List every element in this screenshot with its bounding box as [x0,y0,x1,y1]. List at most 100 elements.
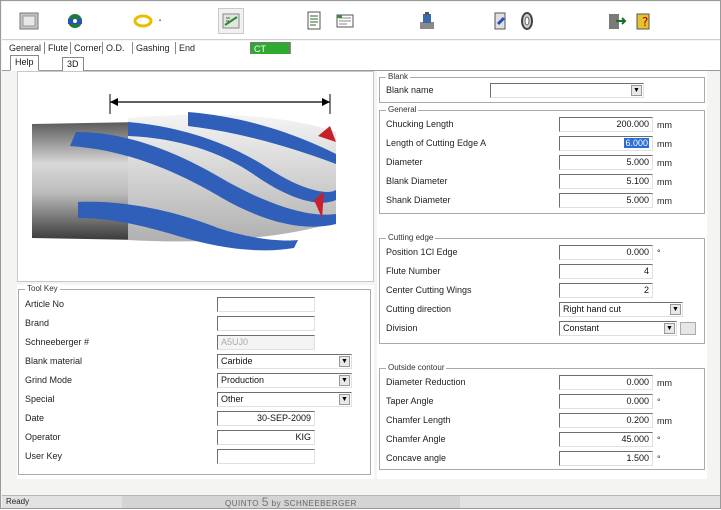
diameter-input[interactable]: 5.000 [559,155,653,170]
chamfer-length-input[interactable]: 0.200 [559,413,653,428]
special-value: Other [221,394,244,404]
unit-label: mm [657,158,672,168]
chamfer-length-row: Chamfer Length 0.200 mm [380,412,704,430]
general-title: General [386,105,419,115]
flute-number-label: Flute Number [386,266,441,276]
user-key-row: User Key [19,448,370,466]
outside-contour-group: Outside contour Diameter Reduction 0.000… [379,363,705,470]
blank-diameter-row: Blank Diameter 5.100 mm [380,173,704,191]
help-icon[interactable]: ? [632,8,658,34]
tool-key-pane: Tool Key Article No Brand Schneeberger #… [17,284,374,479]
unit-label: mm [657,177,672,187]
chamfer-angle-input[interactable]: 45.000 [559,432,653,447]
tab-gashing[interactable]: Gashing [132,42,173,54]
blank-diameter-input[interactable]: 5.100 [559,174,653,189]
measure-icon[interactable] [218,8,244,34]
center-cutting-wings-row: Center Cutting Wings 2 [380,282,704,300]
unit-label: ° [657,435,661,445]
cutting-direction-select[interactable]: Right hand cut ▼ [559,302,683,317]
exit-icon[interactable] [604,8,630,34]
cutting-edge-length-label: Length of Cutting Edge A [386,138,487,148]
special-row: Special Other ▼ [19,391,370,409]
date-input[interactable]: 30-SEP-2009 [217,411,315,426]
grinder-icon[interactable] [414,8,440,34]
chamfer-length-label: Chamfer Length [386,415,451,425]
center-cutting-wings-label: Center Cutting Wings [386,285,472,295]
diameter-reduction-input[interactable]: 0.000 [559,375,653,390]
brand-input[interactable] [217,316,315,331]
division-value: Constant [563,323,600,333]
blank-name-label: Blank name [386,85,434,95]
taper-angle-row: Taper Angle 0.000 ° [380,393,704,411]
tab-general[interactable]: General [6,42,44,54]
chevron-down-icon[interactable]: ▼ [631,85,642,96]
diameter-label: Diameter [386,157,423,167]
article-no-input[interactable] [217,297,315,312]
unit-label: mm [657,196,672,206]
brand-row: Brand [19,315,370,333]
special-select[interactable]: Other ▼ [217,392,352,407]
flute-number-row: Flute Number 4 [380,263,704,281]
division-select[interactable]: Constant ▼ [559,321,677,336]
tab-ct[interactable]: CT [250,42,290,54]
taper-angle-input[interactable]: 0.000 [559,394,653,409]
cutting-edge-length-row: Length of Cutting Edge A 6.000 mm [380,135,704,153]
cutting-edge-group: Cutting edge Position 1Cl Edge 0.000 ° F… [379,233,705,344]
blank-name-select[interactable]: ▼ [490,83,644,98]
grind-mode-value: Production [221,375,265,385]
grind-mode-label: Grind Mode [25,375,73,385]
tab-corner[interactable]: Corner [70,42,105,54]
chevron-down-icon[interactable]: ▪ [159,18,161,24]
rotate-icon[interactable]: ▪ [130,8,161,34]
division-settings-button[interactable] [680,322,696,335]
date-row: Date 30-SEP-2009 [19,410,370,428]
cutting-edge-length-input[interactable]: 6.000 [559,136,653,151]
tab-extra[interactable] [290,42,324,54]
chucking-length-row: Chucking Length 200.000 mm [380,116,704,134]
unit-label: mm [657,120,672,130]
parameters-pane: Blank Blank name ▼ General Chucking Leng… [377,71,707,479]
operator-row: Operator KIG [19,429,370,447]
tab-help[interactable]: Help [10,55,39,71]
blank-diameter-label: Blank Diameter [386,176,448,186]
operator-input[interactable]: KIG [217,430,315,445]
tab-od[interactable]: O.D. [102,42,128,54]
chevron-down-icon[interactable]: ▼ [339,394,350,405]
position-input[interactable]: 0.000 [559,245,653,260]
blank-material-select[interactable]: Carbide ▼ [217,354,352,369]
window-icon[interactable] [16,8,42,34]
tool-library-icon[interactable] [62,8,88,34]
blank-name-row: Blank name ▼ [380,82,704,100]
tab-end[interactable]: End [175,42,198,54]
wheel-icon[interactable] [514,8,540,34]
taper-angle-label: Taper Angle [386,396,434,406]
cutting-direction-row: Cutting direction Right hand cut ▼ [380,301,704,319]
brand-number: 5 [261,495,269,509]
user-key-input[interactable] [217,449,315,464]
chevron-down-icon[interactable]: ▼ [339,375,350,386]
concave-angle-input[interactable]: 1.500 [559,451,653,466]
chucking-length-label: Chucking Length [386,119,454,129]
blank-material-label: Blank material [25,356,83,366]
shank-diameter-input[interactable]: 5.000 [559,193,653,208]
chevron-down-icon[interactable]: ▼ [664,323,675,334]
schneeberger-label: Schneeberger # [25,337,90,347]
chucking-length-input[interactable]: 200.000 [559,117,653,132]
center-cutting-wings-input[interactable]: 2 [559,283,653,298]
chevron-down-icon[interactable]: ▼ [339,356,350,367]
tool-key-title: Tool Key [25,284,60,294]
grind-mode-select[interactable]: Production ▼ [217,373,352,388]
blank-title: Blank [386,72,411,82]
unit-label: mm [657,139,672,149]
user-key-label: User Key [25,451,63,461]
chevron-down-icon[interactable]: ▼ [670,304,681,315]
end-mill-illustration [32,94,336,251]
tab-3d[interactable]: 3D [62,57,84,71]
document-icon[interactable] [302,8,328,34]
report-icon[interactable] [332,8,358,34]
division-row: Division Constant ▼ [380,320,704,338]
unit-label: ° [657,454,661,464]
flute-number-input[interactable]: 4 [559,264,653,279]
tab-flute[interactable]: Flute [44,42,71,54]
pick-tool-icon[interactable] [488,8,514,34]
